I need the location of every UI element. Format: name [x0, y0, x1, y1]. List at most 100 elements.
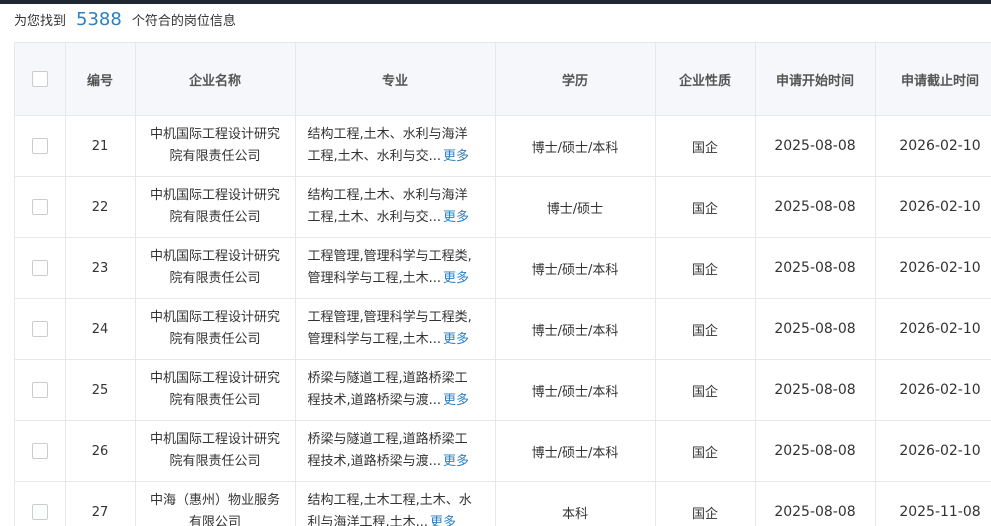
row-select-cell[interactable]	[15, 177, 65, 238]
header-end-date: 申请截止时间	[875, 43, 991, 116]
table-header-row: 编号 企业名称 专业 学历 企业性质 申请开始时间 申请截止时间	[15, 43, 991, 116]
table-row[interactable]: 24 中机国际工程设计研究院有限责任公司 工程管理,管理科学与工程类,管理科学与…	[15, 299, 991, 360]
results-count: 5388	[76, 9, 122, 30]
table-row[interactable]: 23 中机国际工程设计研究院有限责任公司 工程管理,管理科学与工程类, 管理科学与…	[15, 238, 991, 299]
table-row[interactable]: 26 中机国际工程设计研究院有限责任公司 桥梁与隧道工程,道路桥梁工程技术,道路…	[15, 421, 991, 482]
major-line-2: 工程,土木、水利与交...	[308, 149, 442, 164]
row-education: 博士/硕士/本科	[495, 116, 655, 177]
company-line-2: 院有限责任公司	[144, 451, 287, 473]
row-major: 结构工程,土木、水利与海洋工程,土木、水利与交...更多	[295, 177, 495, 238]
company-line-1: 中机国际工程设计研究	[144, 307, 287, 329]
more-link[interactable]: 更多	[443, 271, 469, 286]
company-line-1: 中海（惠州）物业服务	[144, 490, 287, 512]
row-select-cell[interactable]	[15, 482, 65, 526]
more-link[interactable]: 更多	[443, 454, 469, 469]
major-line-1: 结构工程,土木工程,土木、水	[308, 490, 483, 512]
row-major: 工程管理,管理科学与工程类, 管理科学与工程,土木...更多	[295, 299, 495, 360]
row-select-cell[interactable]	[15, 116, 65, 177]
more-link[interactable]: 更多	[443, 149, 469, 164]
major-line-2: 程技术,道路桥梁与渡...	[308, 454, 442, 469]
company-line-2: 院有限责任公司	[144, 390, 287, 412]
table-row[interactable]: 22 中机国际工程设计研究院有限责任公司 结构工程,土木、水利与海洋工程,土木、…	[15, 177, 991, 238]
row-checkbox[interactable]	[32, 382, 48, 398]
row-major: 桥梁与隧道工程,道路桥梁工程技术,道路桥梁与渡...更多	[295, 360, 495, 421]
row-start-date: 2025-08-08	[755, 360, 875, 421]
more-link[interactable]: 更多	[443, 393, 469, 408]
row-company-type: 国企	[655, 177, 755, 238]
company-line-1: 中机国际工程设计研究	[144, 124, 287, 146]
top-bar	[0, 0, 991, 4]
table-row[interactable]: 25 中机国际工程设计研究院有限责任公司 桥梁与隧道工程,道路桥梁工程技术,道路…	[15, 360, 991, 421]
row-company[interactable]: 中机国际工程设计研究院有限责任公司	[135, 299, 295, 360]
company-line-2: 院有限责任公司	[144, 329, 287, 351]
more-link[interactable]: 更多	[443, 210, 469, 225]
row-end-date: 2026-02-10	[875, 299, 991, 360]
header-education: 学历	[495, 43, 655, 116]
row-start-date: 2025-08-08	[755, 482, 875, 526]
header-select-all[interactable]	[15, 43, 65, 116]
row-number: 26	[65, 421, 135, 482]
company-line-1: 中机国际工程设计研究	[144, 246, 287, 268]
row-company[interactable]: 中机国际工程设计研究院有限责任公司	[135, 360, 295, 421]
row-checkbox[interactable]	[32, 443, 48, 459]
row-select-cell[interactable]	[15, 360, 65, 421]
row-select-cell[interactable]	[15, 238, 65, 299]
row-company[interactable]: 中海（惠州）物业服务有限公司	[135, 482, 295, 526]
select-all-checkbox[interactable]	[32, 71, 48, 87]
major-line-1: 桥梁与隧道工程,道路桥梁工	[308, 368, 483, 390]
more-link[interactable]: 更多	[430, 515, 456, 526]
row-major: 结构工程,土木工程,土木、水利与海洋工程,土木...更多	[295, 482, 495, 526]
row-major: 工程管理,管理科学与工程类, 管理科学与工程,土木...更多	[295, 238, 495, 299]
row-education: 本科	[495, 482, 655, 526]
row-checkbox[interactable]	[32, 260, 48, 276]
row-company[interactable]: 中机国际工程设计研究院有限责任公司	[135, 238, 295, 299]
more-link[interactable]: 更多	[443, 332, 469, 347]
header-company: 企业名称	[135, 43, 295, 116]
major-line-2: 程技术,道路桥梁与渡...	[308, 393, 442, 408]
row-company-type: 国企	[655, 238, 755, 299]
row-checkbox[interactable]	[32, 138, 48, 154]
row-checkbox[interactable]	[32, 321, 48, 337]
major-line-1: 结构工程,土木、水利与海洋	[308, 185, 483, 207]
row-start-date: 2025-08-08	[755, 299, 875, 360]
jobs-table-container: 编号 企业名称 专业 学历 企业性质 申请开始时间 申请截止时间 21 中机国际…	[14, 42, 991, 526]
table-row[interactable]: 27 中海（惠州）物业服务有限公司 结构工程,土木工程,土木、水利与海洋工程,土…	[15, 482, 991, 526]
major-line-2: 管理科学与工程,土木...	[308, 332, 442, 347]
row-checkbox[interactable]	[32, 504, 48, 520]
header-number: 编号	[65, 43, 135, 116]
company-line-1: 中机国际工程设计研究	[144, 429, 287, 451]
header-major: 专业	[295, 43, 495, 116]
major-line-1: 结构工程,土木、水利与海洋	[308, 124, 483, 146]
row-end-date: 2026-02-10	[875, 116, 991, 177]
jobs-table: 编号 企业名称 专业 学历 企业性质 申请开始时间 申请截止时间 21 中机国际…	[15, 43, 991, 526]
header-company-type: 企业性质	[655, 43, 755, 116]
table-row[interactable]: 21 中机国际工程设计研究院有限责任公司 结构工程,土木、水利与海洋工程,土木、…	[15, 116, 991, 177]
row-company-type: 国企	[655, 482, 755, 526]
row-company-type: 国企	[655, 116, 755, 177]
row-start-date: 2025-08-08	[755, 238, 875, 299]
header-start-date: 申请开始时间	[755, 43, 875, 116]
company-line-1: 中机国际工程设计研究	[144, 185, 287, 207]
row-checkbox[interactable]	[32, 199, 48, 215]
major-line-2: 管理科学与工程,土木...	[308, 271, 442, 286]
row-select-cell[interactable]	[15, 421, 65, 482]
row-company[interactable]: 中机国际工程设计研究院有限责任公司	[135, 177, 295, 238]
major-line-2: 利与海洋工程,土木...	[308, 515, 429, 526]
major-line-1: 桥梁与隧道工程,道路桥梁工	[308, 429, 483, 451]
major-line-2: 工程,土木、水利与交...	[308, 210, 442, 225]
row-number: 22	[65, 177, 135, 238]
row-company[interactable]: 中机国际工程设计研究院有限责任公司	[135, 421, 295, 482]
row-start-date: 2025-08-08	[755, 116, 875, 177]
major-line-1: 工程管理,管理科学与工程类,	[308, 307, 483, 329]
row-start-date: 2025-08-08	[755, 177, 875, 238]
row-number: 23	[65, 238, 135, 299]
row-education: 博士/硕士/本科	[495, 238, 655, 299]
major-line-1: 工程管理,管理科学与工程类,	[308, 246, 483, 268]
row-number: 21	[65, 116, 135, 177]
summary-prefix: 为您找到	[14, 10, 66, 29]
row-company-type: 国企	[655, 421, 755, 482]
row-education: 博士/硕士	[495, 177, 655, 238]
row-start-date: 2025-08-08	[755, 421, 875, 482]
row-company[interactable]: 中机国际工程设计研究院有限责任公司	[135, 116, 295, 177]
row-select-cell[interactable]	[15, 299, 65, 360]
